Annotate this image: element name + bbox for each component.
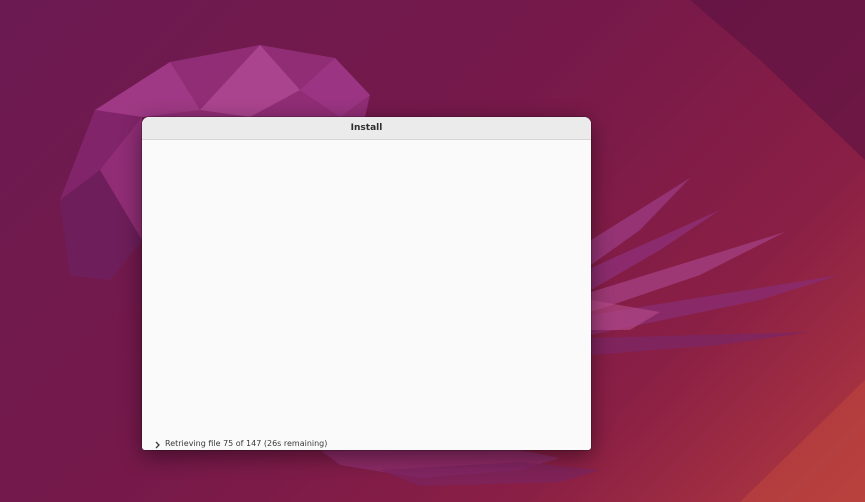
window-title: Install — [350, 123, 383, 133]
chevron-right-icon — [155, 441, 160, 449]
window-titlebar[interactable]: Install — [142, 117, 591, 140]
desktop-background: Install Retrieving file 75 of 147 (26s r… — [0, 0, 865, 502]
install-window: Install Retrieving file 75 of 147 (26s r… — [142, 117, 591, 450]
install-content-area: Retrieving file 75 of 147 (26s remaining… — [142, 140, 591, 450]
progress-status-text: Retrieving file 75 of 147 (26s remaining… — [165, 438, 328, 448]
details-expander[interactable]: Retrieving file 75 of 147 (26s remaining… — [154, 436, 327, 450]
